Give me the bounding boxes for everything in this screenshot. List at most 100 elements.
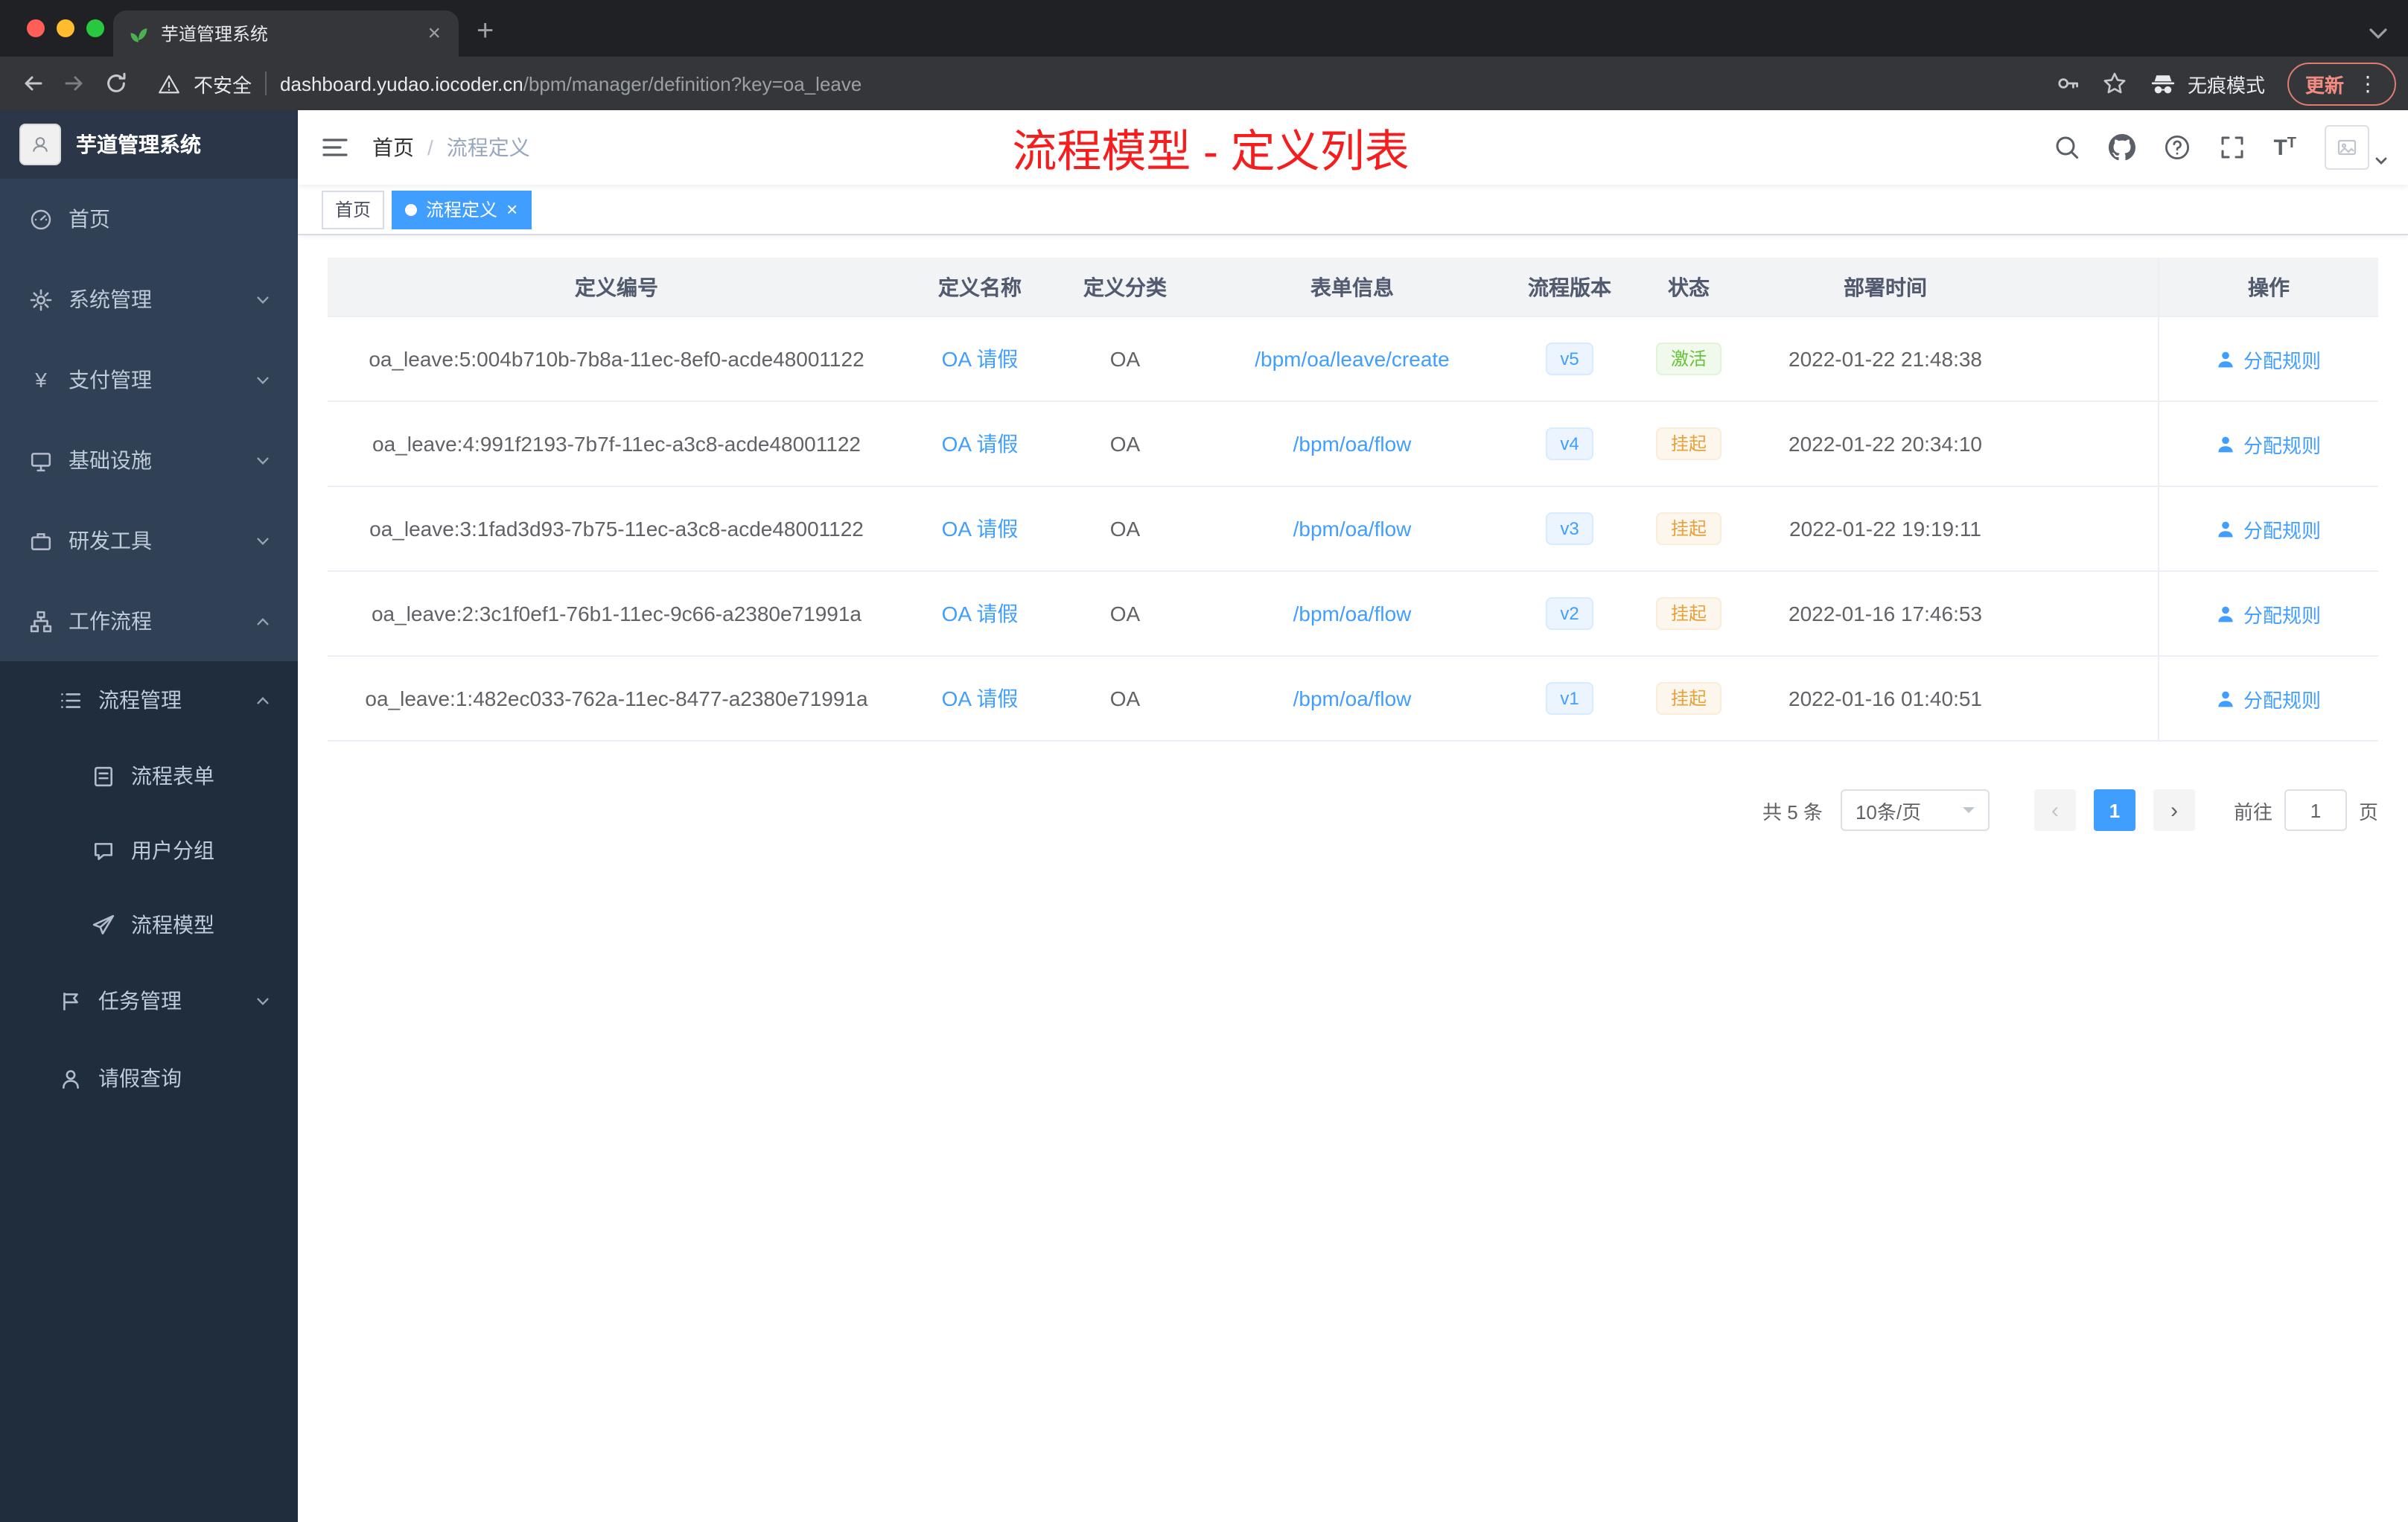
new-tab-button[interactable]: + <box>477 16 494 46</box>
chevron-down-icon <box>255 372 271 388</box>
table-row: oa_leave:4:991f2193-7b7f-11ec-a3c8-acde4… <box>328 402 2378 487</box>
person-icon <box>2219 351 2234 367</box>
goto-suffix: 页 <box>2358 800 2378 823</box>
sidebar-item-workflow[interactable]: 工作流程 <box>0 581 298 661</box>
font-size-icon[interactable]: TT <box>2273 136 2296 159</box>
menu-label: 流程表单 <box>131 764 214 788</box>
browser-tab-strip: 芋道管理系统 × + <box>0 0 2408 57</box>
tab-title: 芋道管理系统 <box>161 24 269 45</box>
sidebar-item-task-mgmt[interactable]: 任务管理 <box>0 962 298 1039</box>
avatar-caret-icon <box>2374 153 2389 170</box>
window-controls <box>27 19 104 37</box>
form-info-link[interactable]: /bpm/oa/leave/create <box>1255 347 1450 371</box>
key-icon[interactable] <box>2057 71 2080 95</box>
definition-name-link[interactable]: OA 请假 <box>942 687 1019 710</box>
column-header: 定义编号 <box>575 275 658 299</box>
column-header-actions: 操作 <box>2158 258 2378 316</box>
github-icon[interactable] <box>2108 134 2135 161</box>
tab-search-icon[interactable] <box>2369 28 2387 40</box>
browser-tab[interactable]: 芋道管理系统 × <box>113 10 459 57</box>
assign-rule-link[interactable]: 分配规则 <box>2217 515 2321 543</box>
form-info-link[interactable]: /bpm/oa/flow <box>1293 517 1412 541</box>
paper-plane-icon <box>92 914 115 936</box>
dashboard-icon <box>30 208 52 230</box>
sidebar-filler <box>0 1117 298 1522</box>
sidebar-item-infrastructure[interactable]: 基础设施 <box>0 420 298 500</box>
menu-label: 工作流程 <box>69 609 152 633</box>
sidebar-item-user-group[interactable]: 用户分组 <box>0 813 298 888</box>
sidebar-item-process-model[interactable]: 流程模型 <box>0 888 298 962</box>
tag-close-icon[interactable]: × <box>506 200 517 219</box>
help-icon[interactable] <box>2163 134 2190 161</box>
back-icon[interactable] <box>12 63 54 104</box>
sidebar-item-payment[interactable]: ¥ 支付管理 <box>0 340 298 420</box>
definition-name-link[interactable]: OA 请假 <box>942 432 1019 456</box>
forward-icon[interactable] <box>54 63 95 104</box>
sidebar-menu: 首页 系统管理 ¥ 支付管理 基础设施 研发工具 工作流程 流程管理 流程表单 … <box>0 179 298 1522</box>
monitor-icon <box>30 449 52 471</box>
chevron-up-icon <box>255 613 271 629</box>
assign-rule-link[interactable]: 分配规则 <box>2217 684 2321 713</box>
form-info-link[interactable]: /bpm/oa/flow <box>1293 687 1412 710</box>
security-label[interactable]: 不安全 <box>194 69 252 98</box>
menu-dots-icon[interactable]: ⋮ <box>2357 71 2378 96</box>
search-icon[interactable] <box>2053 134 2080 161</box>
table-header: 定义编号 定义名称 定义分类 表单信息 流程版本 状态 部署时间 操作 <box>328 258 2378 317</box>
pagination: 共 5 条 10条/页 ‹ 1 › 前往 页 <box>328 789 2378 831</box>
sidebar-item-home[interactable]: 首页 <box>0 179 298 259</box>
logo-title: 芋道管理系统 <box>76 133 201 156</box>
sidebar-item-process-form[interactable]: 流程表单 <box>0 739 298 813</box>
assign-rule-link[interactable]: 分配规则 <box>2217 430 2321 458</box>
fullscreen-icon[interactable] <box>2218 134 2245 161</box>
tag-label: 流程定义 <box>426 200 498 220</box>
form-info-link[interactable]: /bpm/oa/flow <box>1293 602 1412 625</box>
assign-rule-link[interactable]: 分配规则 <box>2217 345 2321 373</box>
reload-icon[interactable] <box>95 63 137 104</box>
bookmark-star-icon[interactable] <box>2103 71 2127 95</box>
person-icon <box>2219 605 2234 622</box>
menu-label: 基础设施 <box>69 448 152 472</box>
sidebar-item-devtools[interactable]: 研发工具 <box>0 500 298 581</box>
cell-definition-id: oa_leave:3:1fad3d93-7b75-11ec-a3c8-acde4… <box>369 517 864 541</box>
assign-rule-label: 分配规则 <box>2243 349 2321 372</box>
user-avatar[interactable] <box>2325 125 2369 170</box>
tag-home[interactable]: 首页 <box>322 190 385 229</box>
definition-name-link[interactable]: OA 请假 <box>942 347 1019 371</box>
sidebar-logo[interactable]: 芋道管理系统 <box>0 110 298 179</box>
sidebar-item-system[interactable]: 系统管理 <box>0 259 298 340</box>
chevron-up-icon <box>255 692 271 708</box>
pagination-prev-button[interactable]: ‹ <box>2033 789 2076 831</box>
hamburger-icon[interactable] <box>298 133 372 162</box>
definition-name-link[interactable]: OA 请假 <box>942 517 1019 541</box>
update-button[interactable]: 更新 ⋮ <box>2287 62 2396 105</box>
tag-process-definition[interactable]: 流程定义 × <box>392 190 532 229</box>
assign-rule-link[interactable]: 分配规则 <box>2217 599 2321 628</box>
chevron-down-icon <box>1962 807 1975 819</box>
breadcrumb-home-link[interactable]: 首页 <box>372 133 414 162</box>
menu-label: 流程模型 <box>131 913 214 937</box>
page-size-select[interactable]: 10条/页 <box>1840 789 1990 831</box>
pagination-page-1-button[interactable]: 1 <box>2093 789 2135 831</box>
minimize-window-button[interactable] <box>57 19 74 37</box>
cell-deploy-time: 2022-01-22 21:48:38 <box>1789 347 1982 371</box>
sidebar-item-process-mgmt[interactable]: 流程管理 <box>0 661 298 739</box>
menu-label: 研发工具 <box>69 529 152 553</box>
user-menu[interactable] <box>2325 125 2389 170</box>
url-text[interactable]: dashboard.yudao.iocoder.cn/bpm/manager/d… <box>280 72 861 95</box>
form-info-link[interactable]: /bpm/oa/flow <box>1293 432 1412 456</box>
url-host: dashboard.yudao.iocoder.cn <box>280 72 523 95</box>
cell-deploy-time: 2022-01-16 17:46:53 <box>1789 602 1982 625</box>
cell-definition-id: oa_leave:5:004b710b-7b8a-11ec-8ef0-acde4… <box>369 347 864 371</box>
cell-deploy-time: 2022-01-22 19:19:11 <box>1789 517 1981 541</box>
fullscreen-window-button[interactable] <box>86 19 104 37</box>
cell-definition-id: oa_leave:4:991f2193-7b7f-11ec-a3c8-acde4… <box>372 432 861 456</box>
sidebar-item-leave-query[interactable]: 请假查询 <box>0 1039 298 1117</box>
logo-image <box>19 124 61 165</box>
tab-close-icon[interactable]: × <box>424 22 444 45</box>
breadcrumb: 首页 / 流程定义 <box>372 133 530 162</box>
close-window-button[interactable] <box>27 19 45 37</box>
definition-name-link[interactable]: OA 请假 <box>942 602 1019 625</box>
pagination-next-button[interactable]: › <box>2153 789 2195 831</box>
goto-page-input[interactable] <box>2284 789 2347 831</box>
address-bar[interactable]: 不安全 dashboard.yudao.iocoder.cn/bpm/manag… <box>158 69 2036 98</box>
